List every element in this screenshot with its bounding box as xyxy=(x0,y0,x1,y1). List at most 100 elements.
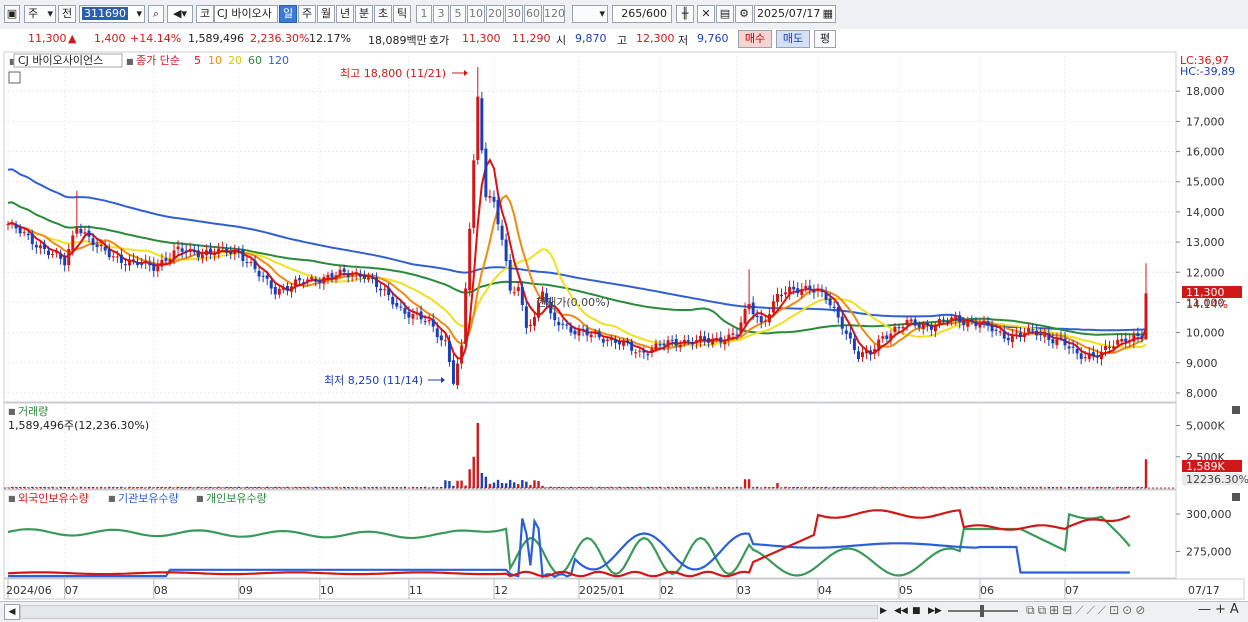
candle-body xyxy=(431,319,435,327)
stop-icon[interactable]: ■ xyxy=(912,604,924,618)
volume-bar xyxy=(1080,486,1083,488)
zoom-slider-handle[interactable] xyxy=(980,605,984,617)
chart-area[interactable]: 18,000 17,000 16,000 15,000 14,000 13,000 12,0… xyxy=(0,50,1248,605)
tab-0[interactable]: 일 xyxy=(279,5,297,23)
tab-1[interactable]: 주 xyxy=(298,5,316,23)
forward-icon[interactable]: ▶▶ xyxy=(928,604,942,618)
speaker-icon[interactable]: ◀▾ xyxy=(167,5,193,23)
minute-option-120[interactable]: 120 xyxy=(543,5,565,23)
minute-option-3[interactable]: 3 xyxy=(433,5,449,23)
scroll-track[interactable] xyxy=(20,605,878,619)
volume-bar xyxy=(711,487,714,488)
layout-icon[interactable]: ▣ xyxy=(4,5,20,23)
x-tick-label: 07 xyxy=(1065,584,1079,597)
count-field[interactable]: 265/600 xyxy=(612,5,672,23)
sell-button[interactable]: 매도 xyxy=(776,30,810,48)
cross-icon[interactable]: ✕ xyxy=(697,5,715,23)
x-tick-label: 07/17 xyxy=(1188,584,1220,597)
volume-bar xyxy=(561,486,565,488)
toolbar: ▣ 주 ▾ 전 311690 ▾ ⌕ ◀▾ 코 CJ 바이오사 일주월년분초틱 13… xyxy=(0,0,1248,30)
candle-body xyxy=(1075,348,1079,354)
candle-body xyxy=(917,324,921,328)
candle-body xyxy=(71,235,75,251)
candle-body xyxy=(119,254,123,263)
period-select[interactable]: 주 ▾ xyxy=(24,5,56,23)
prev-button[interactable]: 전 xyxy=(58,5,76,23)
volume-bar xyxy=(913,486,917,488)
candle-body xyxy=(427,320,431,322)
zoom-controls[interactable]: —+A xyxy=(1198,602,1243,617)
quote-bar: 11,300 ▲ 1,400 +14.14% 1,589,496 2,236.3… xyxy=(0,29,1248,51)
minute-option-5[interactable]: 5 xyxy=(450,5,466,23)
legend-square-icon: ■ xyxy=(196,494,204,503)
x-tick-label: 06 xyxy=(980,584,994,597)
minute-option-60[interactable]: 60 xyxy=(524,5,542,23)
tab-2[interactable]: 월 xyxy=(317,5,335,23)
candle-body xyxy=(140,264,144,266)
candle-body xyxy=(524,306,528,328)
tab-3[interactable]: 년 xyxy=(336,5,354,23)
volume-bar xyxy=(286,486,289,488)
candle-body xyxy=(775,293,779,302)
candle-body xyxy=(520,286,524,306)
code-input[interactable]: 311690 ▾ xyxy=(79,5,145,23)
stock-name-field[interactable]: CJ 바이오사 xyxy=(214,5,278,23)
volume-bar xyxy=(966,487,970,488)
tab-4[interactable]: 분 xyxy=(355,5,373,23)
candle-body xyxy=(435,328,439,338)
open-price: 9,870 xyxy=(575,32,607,45)
minute-option-20[interactable]: 20 xyxy=(486,5,504,23)
tool-icons[interactable]: ⧉⧉⊞⊟⟋⟋⟋⊡⊙⊘ xyxy=(1026,603,1148,618)
calendar-icon: ▦ xyxy=(822,7,833,20)
volume-bar xyxy=(249,487,253,488)
volume-bar xyxy=(318,487,322,488)
candle-body xyxy=(391,296,395,305)
volume-bar xyxy=(865,486,868,488)
volume-bar xyxy=(156,486,160,488)
panel-close-icon[interactable] xyxy=(1232,406,1240,414)
x-tick-label: 02 xyxy=(660,584,674,597)
candle-body xyxy=(168,259,172,263)
volume-bar xyxy=(306,486,309,488)
tab-6[interactable]: 틱 xyxy=(393,5,411,23)
candle-body xyxy=(723,341,727,345)
minute-option-10[interactable]: 10 xyxy=(467,5,485,23)
eval-button[interactable]: 평 xyxy=(814,30,836,48)
tab-5[interactable]: 초 xyxy=(374,5,392,23)
rewind-icon[interactable]: ◀◀ xyxy=(894,604,908,618)
search-icon[interactable]: ⌕ xyxy=(148,5,164,23)
date-field[interactable]: 2025/07/17 ▦ xyxy=(754,5,836,23)
volume-bar xyxy=(521,480,524,488)
candle-body xyxy=(824,292,828,301)
candle-body xyxy=(172,250,176,259)
volume-bar xyxy=(59,486,62,488)
scroll-right-icon[interactable]: ▶ xyxy=(880,604,892,618)
panel-close-icon[interactable] xyxy=(1232,493,1240,501)
gear-icon[interactable]: ⚙ xyxy=(735,5,753,23)
volume-value: 1,589,496주(12,236.30%) xyxy=(8,419,149,432)
grid-toggle-icon[interactable] xyxy=(8,71,21,84)
save-icon[interactable]: ▤ xyxy=(716,5,734,23)
volume-bar xyxy=(128,486,131,488)
minute-select[interactable]: ▾ xyxy=(572,5,608,23)
minute-option-1[interactable]: 1 xyxy=(416,5,432,23)
buy-button[interactable]: 매수 xyxy=(738,30,772,48)
volume-bar xyxy=(375,486,378,488)
volume-bar xyxy=(1023,487,1026,488)
chart-canvas[interactable]: 18,000 17,000 16,000 15,000 14,000 13,000 12,0… xyxy=(0,50,1248,605)
candle-icon[interactable]: ╫ xyxy=(676,5,694,23)
bottom-scrollbar[interactable]: ◀ ▶ ◀◀ ■ ▶▶ ⧉⧉⊞⊟⟋⟋⟋⊡⊙⊘ —+A xyxy=(0,601,1248,622)
candle-body xyxy=(686,339,690,341)
market-label[interactable]: 코 xyxy=(196,5,214,23)
volume-bar xyxy=(63,487,66,488)
volume-bar xyxy=(594,487,597,488)
candle-body xyxy=(257,270,261,277)
scroll-left-icon[interactable]: ◀ xyxy=(4,604,20,620)
up-arrow-icon: ▲ xyxy=(68,32,77,45)
volume-bar xyxy=(930,486,933,488)
volume-bar xyxy=(1059,486,1063,488)
hc-label: HC:-39,89 xyxy=(1180,65,1235,78)
candle-body xyxy=(132,259,136,261)
minute-option-30[interactable]: 30 xyxy=(505,5,523,23)
volume-bar xyxy=(905,487,909,488)
